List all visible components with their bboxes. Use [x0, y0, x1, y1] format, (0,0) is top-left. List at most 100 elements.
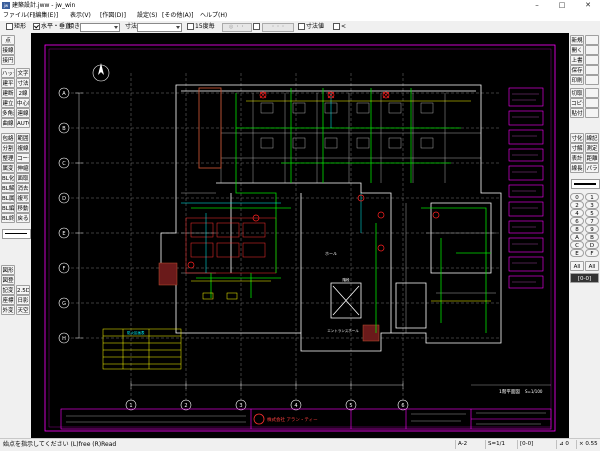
tool-chamfer[interactable]: 面取 [16, 173, 30, 183]
tool-point[interactable]: 点 [1, 35, 15, 45]
tool-figure[interactable]: 図形 [1, 265, 15, 275]
angle-checkbox[interactable]: < [333, 23, 346, 31]
menu-settings[interactable]: 設定(S) [137, 11, 158, 21]
rect-checkbox[interactable]: 矩形 [6, 23, 26, 31]
layer-button[interactable]: 5 [585, 209, 599, 217]
print-button[interactable]: 印刷 [570, 75, 584, 85]
copy-button[interactable]: コピー [570, 98, 584, 108]
tool-range[interactable]: 範囲 [16, 133, 30, 143]
right-slot-3[interactable] [585, 55, 599, 65]
right-slot-2[interactable] [585, 45, 599, 55]
tool-tangent[interactable]: 接線 [1, 45, 15, 55]
dots-button[interactable]: ・・・ [262, 23, 294, 32]
menu-other[interactable]: [その他(A)] [162, 11, 193, 21]
drawing-canvas[interactable]: 1 2 3 4 5 6 A B C D E F G H ホール エントランスホー… [31, 33, 569, 438]
status-layer[interactable]: [0-0] [517, 440, 545, 449]
layer-button[interactable]: 2 [570, 201, 584, 209]
status-paper[interactable]: A-2 [455, 440, 486, 449]
menu-edit[interactable]: [編集(E)] [33, 11, 58, 21]
tool-polygon[interactable]: 多角形 [1, 108, 15, 118]
tool-symbol-change[interactable]: 記変 [1, 285, 15, 295]
paste-button[interactable]: 貼付 [570, 108, 584, 118]
layer-button[interactable]: 0 [570, 193, 584, 201]
level-checkbox[interactable]: 水平・垂直 [33, 23, 71, 31]
tool-corner[interactable]: コーナー [16, 153, 30, 163]
tilt-combo[interactable] [80, 23, 120, 32]
layer-button[interactable]: 7 [585, 217, 599, 225]
cut-button[interactable]: 切取 [570, 88, 584, 98]
tool-tidy[interactable]: 整理 [1, 153, 15, 163]
line-style-indicator[interactable] [2, 229, 31, 239]
tool-block-attr[interactable]: BL属 [1, 193, 15, 203]
right-slot-1[interactable] [585, 35, 599, 45]
tool-double-line[interactable]: 2線 [16, 88, 30, 98]
layer-button[interactable]: F [585, 249, 599, 257]
layer-button[interactable]: 9 [585, 225, 599, 233]
tool-block-make[interactable]: BL化 [1, 173, 15, 183]
tool-stretch[interactable]: 伸縮 [16, 163, 30, 173]
tool-text[interactable]: 文字 [16, 68, 30, 78]
tool-envelope[interactable]: 包絡 [1, 133, 15, 143]
layer-button[interactable]: E [570, 249, 584, 257]
right-slot-6[interactable] [585, 88, 599, 98]
tool-attr-change[interactable]: 属変 [1, 163, 15, 173]
layer-button[interactable]: B [585, 233, 599, 241]
layer-color-swatch[interactable] [571, 179, 600, 189]
minimize-icon[interactable]: – [527, 0, 547, 11]
tool-section[interactable]: 建断 [1, 88, 15, 98]
tool-elevation[interactable]: 建立 [1, 98, 15, 108]
layer-button[interactable]: 8 [570, 225, 584, 233]
layer-button[interactable]: 6 [570, 217, 584, 225]
status-zoom[interactable]: × 0.55 [576, 440, 600, 449]
dim-fix-checkbox[interactable]: 寸法値 [298, 23, 324, 31]
close-icon[interactable]: ✕ [578, 0, 598, 11]
tool-dimension[interactable]: 寸法 [16, 78, 30, 88]
dim-convert-button[interactable]: 寸化 [570, 133, 584, 143]
tool-block-end[interactable]: BL終 [1, 213, 15, 223]
status-scale[interactable]: S=1/1 [485, 440, 518, 449]
group-all-button[interactable]: All [585, 261, 599, 271]
right-slot-7[interactable] [585, 98, 599, 108]
menu-draw[interactable]: [作図(D)] [100, 11, 126, 21]
tool-divide[interactable]: 分割 [1, 143, 15, 153]
tool-copy[interactable]: 複写 [16, 193, 30, 203]
tool-tangent-circle[interactable]: 接円 [1, 55, 15, 65]
measure-button[interactable]: 測定 [585, 143, 599, 153]
line-length-button[interactable]: 線長 [570, 163, 584, 173]
layer-button[interactable]: 4 [570, 209, 584, 217]
maximize-icon[interactable]: □ [552, 0, 572, 11]
save-button[interactable]: 保存 [570, 65, 584, 75]
menu-view[interactable]: 表示(V) [70, 11, 91, 21]
tool-undo[interactable]: 戻る [16, 213, 30, 223]
tool-hatch[interactable]: ハッチ [1, 68, 15, 78]
layer-button[interactable]: 3 [585, 201, 599, 209]
layer-button[interactable]: D [585, 241, 599, 249]
right-slot-8[interactable] [585, 108, 599, 118]
tool-connect[interactable]: 連線 [16, 108, 30, 118]
new-button[interactable]: 新規 [570, 35, 584, 45]
overwrite-button[interactable]: 上書 [570, 55, 584, 65]
right-slot-4[interactable] [585, 65, 599, 75]
layer-button[interactable]: C [570, 241, 584, 249]
param-button[interactable]: パラ [585, 163, 599, 173]
distance-button[interactable]: 距離 [585, 153, 599, 163]
tool-sky[interactable]: 天空 [16, 305, 30, 315]
tool-coordinate[interactable]: 座標 [1, 295, 15, 305]
dim-combo[interactable] [137, 23, 182, 32]
tool-erase[interactable]: 消去 [16, 183, 30, 193]
line-symbol-button[interactable]: 線記 [585, 133, 599, 143]
tool-figure-register[interactable]: 図登 [1, 275, 15, 285]
tool-plan[interactable]: 建平 [1, 78, 15, 88]
status-angle[interactable]: ⊿ 0 [556, 440, 577, 449]
menu-help[interactable]: ヘルプ(H) [200, 11, 227, 21]
tool-offset[interactable]: 複線 [16, 143, 30, 153]
tool-block-edit[interactable]: BL編 [1, 203, 15, 213]
tool-2-5d[interactable]: 2.5D [16, 285, 30, 295]
tool-block-explode[interactable]: BL解 [1, 183, 15, 193]
layer-button[interactable]: A [570, 233, 584, 241]
tool-shadow[interactable]: 日影 [16, 295, 30, 305]
layer-button[interactable]: 1 [585, 193, 599, 201]
layer-all-button[interactable]: All [570, 261, 584, 271]
open-button[interactable]: 開く [570, 45, 584, 55]
dim-release-button[interactable]: 寸解 [570, 143, 584, 153]
